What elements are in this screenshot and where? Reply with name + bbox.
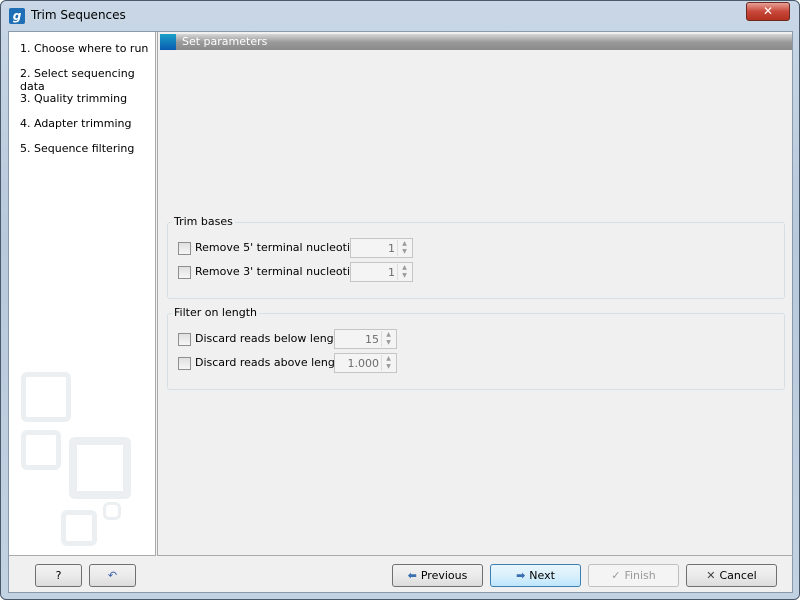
spinner-value: 1 <box>388 266 395 279</box>
spinner-arrows-icon[interactable]: ▲ ▼ <box>381 331 395 347</box>
discard-below-spinner[interactable]: 15 ▲ ▼ <box>334 329 397 349</box>
header-accent <box>160 34 176 50</box>
section-header: Set parameters <box>160 34 792 50</box>
spinner-arrows-icon[interactable]: ▲ ▼ <box>397 264 411 280</box>
finish-label: Finish <box>624 569 656 582</box>
discard-below-checkbox[interactable] <box>178 333 191 346</box>
remove-3-label: Remove 3' terminal nucleotides <box>195 265 370 278</box>
x-icon: ✕ <box>706 569 716 582</box>
step-item: 3. Quality trimming <box>20 92 128 105</box>
spinner-arrows-icon[interactable]: ▲ ▼ <box>397 240 411 256</box>
checkmark-icon: ✓ <box>611 569 621 582</box>
reset-button[interactable]: ↶ <box>89 564 136 587</box>
section-header-title: Set parameters <box>182 35 268 48</box>
decoration-square <box>61 510 97 546</box>
decoration-square <box>103 502 121 520</box>
dialog-window: g Trim Sequences ✕ 1. Choose where to ru… <box>0 0 800 600</box>
step-item: 5. Sequence filtering <box>20 142 135 155</box>
spinner-value: 1 <box>388 242 395 255</box>
filter-length-group: Filter on length Discard reads below len… <box>167 306 785 390</box>
next-button[interactable]: ➡ Next <box>490 564 581 587</box>
app-icon: g <box>9 8 25 24</box>
remove-5-checkbox[interactable] <box>178 242 191 255</box>
wizard-steps: 1. Choose where to run 2. Select sequenc… <box>9 32 156 556</box>
title-bar: g Trim Sequences ✕ <box>1 1 799 31</box>
decoration-square <box>21 372 71 422</box>
spinner-value: 1.000 <box>347 357 380 370</box>
discard-above-checkbox[interactable] <box>178 357 191 370</box>
finish-button[interactable]: ✓ Finish <box>588 564 679 587</box>
discard-above-spinner[interactable]: 1.000 ▲ ▼ <box>334 353 397 373</box>
reset-icon: ↶ <box>107 569 118 582</box>
step-item: 1. Choose where to run <box>20 42 149 55</box>
remove-5-label: Remove 5' terminal nucleotides <box>195 241 370 254</box>
remove-5-spinner[interactable]: 1 ▲ ▼ <box>350 238 413 258</box>
discard-above-label: Discard reads above length <box>195 356 347 369</box>
arrow-left-icon: ⬅ <box>407 569 417 582</box>
spinner-arrows-icon[interactable]: ▲ ▼ <box>381 355 395 371</box>
help-button[interactable]: ? <box>35 564 82 587</box>
cancel-button[interactable]: ✕ Cancel <box>686 564 777 587</box>
remove-3-spinner[interactable]: 1 ▲ ▼ <box>350 262 413 282</box>
discard-below-label: Discard reads below length <box>195 332 345 345</box>
group-title: Trim bases <box>172 215 235 228</box>
step-item: 2. Select sequencing data <box>20 67 135 93</box>
window-title: Trim Sequences <box>31 8 126 22</box>
previous-label: Previous <box>420 569 468 582</box>
decoration-square <box>69 437 131 499</box>
dialog-body: 1. Choose where to run 2. Select sequenc… <box>8 31 793 593</box>
next-label: Next <box>529 569 555 582</box>
spinner-value: 15 <box>365 333 379 346</box>
trim-bases-group: Trim bases Remove 5' terminal nucleotide… <box>167 215 785 299</box>
decoration-square <box>21 430 61 470</box>
arrow-right-icon: ➡ <box>516 569 526 582</box>
previous-button[interactable]: ⬅ Previous <box>392 564 483 587</box>
close-button[interactable]: ✕ <box>746 2 790 21</box>
parameters-panel: Set parameters Trim bases Remove 5' term… <box>157 32 793 556</box>
remove-3-checkbox[interactable] <box>178 266 191 279</box>
step-item: 4. Adapter trimming <box>20 117 132 130</box>
group-title: Filter on length <box>172 306 259 319</box>
cancel-label: Cancel <box>719 569 757 582</box>
